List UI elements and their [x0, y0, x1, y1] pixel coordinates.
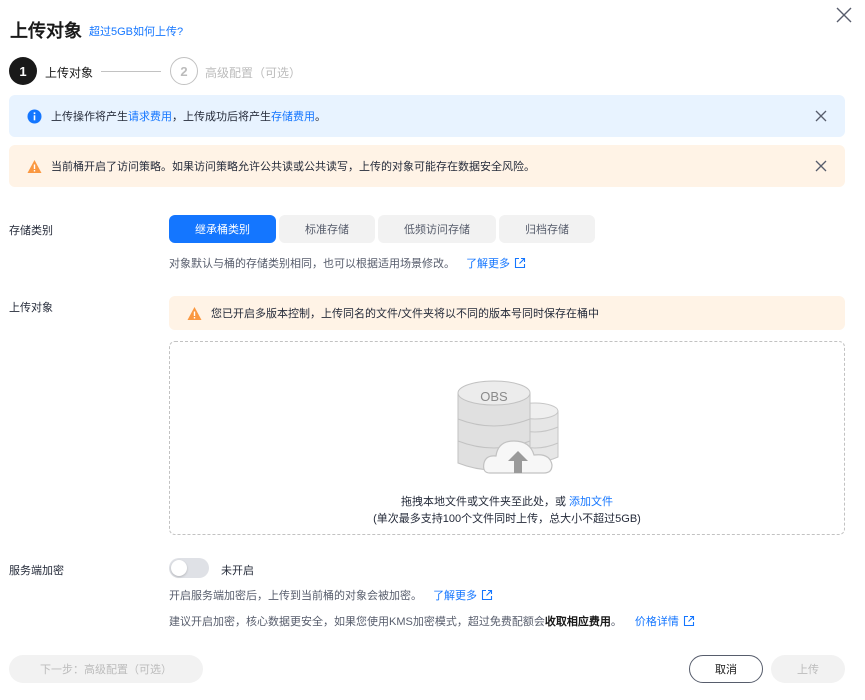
- dialog-title: 上传对象: [10, 21, 82, 41]
- price-details-link[interactable]: 价格详情: [635, 616, 679, 628]
- fee-info-banner: 上传操作将产生请求费用，上传成功后将产生存储费用。: [9, 95, 845, 137]
- versioning-warning-banner: 您已开启多版本控制，上传同名的文件/文件夹将以不同的版本号同时保存在桶中: [169, 296, 845, 330]
- storage-fee-link[interactable]: 存储费用: [271, 111, 315, 123]
- storage-option-inherit[interactable]: 继承桶类别: [169, 215, 276, 243]
- storage-class-label: 存储类别: [9, 225, 53, 237]
- close-info-banner-icon[interactable]: [813, 108, 829, 124]
- versioning-warning-text: 您已开启多版本控制，上传同名的文件/文件夹将以不同的版本号同时保存在桶中: [211, 308, 600, 320]
- fee-info-text: 上传操作将产生请求费用，上传成功后将产生存储费用。: [51, 111, 326, 123]
- external-link-icon: [481, 589, 493, 601]
- upload-limit-text: (单次最多支持100个文件同时上传，总大小不超过5GB): [373, 513, 641, 525]
- storage-option-archive[interactable]: 归档存储: [499, 215, 595, 243]
- server-encryption-label: 服务端加密: [9, 565, 64, 577]
- cancel-button[interactable]: 取消: [689, 655, 763, 683]
- upload-button[interactable]: 上传: [771, 655, 845, 683]
- step-1-label: 上传对象: [45, 66, 94, 80]
- server-encryption-toggle[interactable]: [169, 558, 209, 578]
- step-connector: [101, 71, 161, 72]
- step-1-number: 1: [9, 57, 37, 85]
- obs-illustration-label: OBS: [480, 389, 508, 404]
- external-link-icon: [683, 615, 695, 627]
- upload-objects-label: 上传对象: [9, 302, 53, 314]
- encryption-kms-hint: 建议开启加密，核心数据更安全，如果您使用KMS加密模式，超过免费配额会收取相应费…: [169, 613, 695, 629]
- add-file-link[interactable]: 添加文件: [569, 496, 613, 508]
- request-fee-link[interactable]: 请求费用: [128, 111, 172, 123]
- storage-option-standard[interactable]: 标准存储: [279, 215, 375, 243]
- storage-option-infrequent[interactable]: 低频访问存储: [378, 215, 496, 243]
- next-advanced-config-button[interactable]: 下一步：高级配置（可选）: [9, 655, 203, 683]
- encryption-learn-more-link[interactable]: 了解更多: [433, 590, 477, 602]
- access-policy-warning-text: 当前桶开启了访问策略。如果访问策略允许公共读或公共读写，上传的对象可能存在数据安…: [51, 161, 535, 173]
- encryption-hint: 开启服务端加密后，上传到当前桶的对象会被加密。 了解更多: [169, 587, 493, 603]
- obs-upload-illustration-icon: OBS: [454, 377, 562, 477]
- warning-icon: [187, 306, 202, 321]
- access-policy-warning-banner: 当前桶开启了访问策略。如果访问策略允许公共读或公共读写，上传的对象可能存在数据安…: [9, 145, 845, 187]
- warning-icon: [27, 159, 42, 174]
- info-icon: [27, 109, 42, 124]
- upload-over-5gb-help-link[interactable]: 超过5GB如何上传?: [89, 23, 183, 39]
- storage-learn-more-link[interactable]: 了解更多: [466, 258, 510, 270]
- drop-instructions: 拖拽本地文件或文件夹至此处，或 添加文件: [401, 496, 613, 508]
- encryption-toggle-state: 未开启: [221, 565, 254, 577]
- close-dialog-icon[interactable]: [833, 4, 855, 26]
- step-2-number: 2: [170, 57, 198, 85]
- storage-class-hint: 对象默认与桶的存储类别相同，也可以根据适用场景修改。 了解更多: [169, 255, 526, 271]
- step-2-label: 高级配置（可选）: [205, 66, 302, 80]
- close-warning-banner-icon[interactable]: [813, 158, 829, 174]
- external-link-icon: [514, 257, 526, 269]
